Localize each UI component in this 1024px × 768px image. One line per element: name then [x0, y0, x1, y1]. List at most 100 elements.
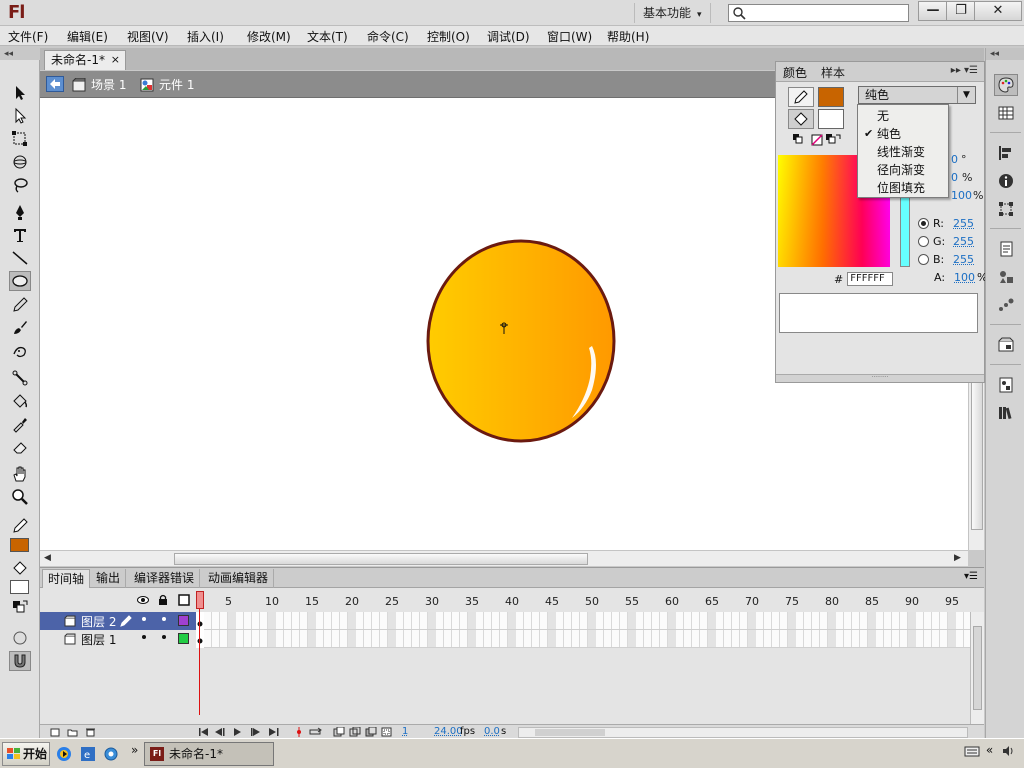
center-frame-icon[interactable] [297, 727, 301, 737]
line-tool[interactable] [9, 248, 31, 268]
timeline-horizontal-thumb[interactable] [535, 729, 605, 736]
layer-row-1[interactable]: 图层 1 [40, 630, 196, 648]
color-panel-button[interactable] [994, 74, 1018, 96]
new-folder-icon[interactable] [67, 729, 78, 737]
brightness-value[interactable]: 100 [951, 189, 972, 202]
menu-insert[interactable]: 插入(I) [187, 28, 224, 45]
dock-grip[interactable]: ◂◂ [986, 48, 1024, 60]
menu-help[interactable]: 帮助(H) [607, 28, 649, 45]
document-tab[interactable]: 未命名-1* × [44, 50, 126, 70]
eye-icon[interactable] [137, 595, 149, 605]
tray-chevron-icon[interactable]: « [986, 743, 993, 757]
playhead[interactable] [196, 591, 204, 715]
fill-type-option-none[interactable]: 无 [858, 107, 948, 125]
media-player-icon[interactable] [56, 746, 72, 762]
panel-resize-grip[interactable]: ········· [776, 374, 984, 382]
horizontal-scroll-thumb[interactable] [174, 553, 588, 565]
snap-to-objects-toggle[interactable] [9, 651, 31, 671]
layer-row-2[interactable]: 图层 2 [40, 612, 196, 630]
saturation-value[interactable]: 0 [951, 171, 958, 184]
align-panel-button[interactable] [994, 142, 1018, 164]
fill-type-option-bitmap[interactable]: 位图填充 [858, 179, 948, 197]
eyedropper-tool[interactable] [9, 414, 31, 434]
info-panel-button[interactable] [994, 170, 1018, 192]
deco-tool[interactable] [9, 341, 31, 361]
trash-icon[interactable] [86, 728, 95, 737]
accessibility-panel-button[interactable] [994, 374, 1018, 396]
fill-color-chip[interactable] [818, 109, 844, 129]
layer-outline-color[interactable] [178, 615, 189, 626]
menu-debug[interactable]: 调试(D) [487, 28, 530, 45]
stroke-color-swatch[interactable] [10, 538, 29, 552]
back-arrow-icon[interactable] [46, 76, 64, 92]
swap-colors-tool[interactable] [9, 598, 31, 618]
red-value[interactable]: 255 [953, 217, 974, 230]
taskbar-flash-app[interactable]: Fl 未命名-1* [144, 742, 274, 766]
modify-markers-icon[interactable] [381, 727, 392, 737]
panel-menu-icon[interactable]: ▸▸ ▾☰ [951, 65, 978, 76]
tab-color[interactable]: 颜色 [783, 64, 807, 81]
quick-launch-chevron-icon[interactable]: » [131, 743, 138, 757]
browser-icon[interactable]: e [80, 746, 96, 762]
fill-type-option-solid[interactable]: ✔ 纯色 [858, 125, 948, 143]
tab-timeline[interactable]: 时间轴 [42, 569, 91, 588]
selection-tool[interactable] [9, 83, 31, 103]
fill-type-option-linear[interactable]: 线性渐变 [858, 143, 948, 161]
vertical-scroll-thumb[interactable] [971, 380, 983, 530]
new-layer-icon[interactable] [50, 728, 60, 737]
stroke-color-button[interactable] [788, 87, 814, 107]
no-color-icon[interactable] [811, 134, 823, 146]
play-icon[interactable] [234, 728, 241, 736]
blue-radio[interactable] [918, 254, 929, 265]
swatches-panel-button[interactable] [994, 102, 1018, 124]
elapsed-time-value[interactable]: 0.0 [484, 726, 500, 737]
text-tool[interactable] [9, 225, 31, 245]
stroke-color-chip[interactable] [818, 87, 844, 107]
edit-multiple-frames-icon[interactable] [365, 727, 377, 737]
timeline-horizontal-scrollbar[interactable] [518, 727, 968, 738]
object-drawing-toggle[interactable] [9, 628, 31, 648]
menu-file[interactable]: 文件(F) [8, 28, 48, 45]
transform-panel-button[interactable] [994, 198, 1018, 220]
outline-icon[interactable] [178, 594, 190, 606]
panel-menu-icon[interactable]: ▾☰ [964, 571, 978, 582]
restore-button[interactable]: ❐ [946, 1, 976, 21]
zoom-tool[interactable] [9, 487, 31, 507]
timeline-scroll-thumb[interactable] [973, 626, 982, 710]
visibility-dot[interactable] [142, 617, 146, 621]
frame-rate-value[interactable]: 24.00 [434, 726, 463, 737]
search-input[interactable] [749, 6, 904, 20]
scroll-right-icon[interactable]: ▶ [954, 553, 961, 563]
hex-input[interactable]: FFFFFF [847, 272, 894, 286]
alpha-value[interactable]: 100 [954, 271, 975, 284]
visibility-dot[interactable] [142, 635, 146, 639]
eraser-tool[interactable] [9, 437, 31, 457]
frames-grid[interactable] [196, 612, 970, 648]
oval-tool[interactable] [9, 271, 31, 291]
hue-value[interactable]: 0 [951, 153, 958, 166]
menu-view[interactable]: 视图(V) [127, 28, 169, 45]
minimize-button[interactable]: — [918, 1, 948, 21]
breadcrumb-symbol[interactable]: 元件 1 [140, 76, 194, 93]
tools-panel-grip[interactable]: ◂◂ [0, 48, 40, 60]
menu-text[interactable]: 文本(T) [307, 28, 348, 45]
fill-color-tool[interactable] [9, 558, 31, 578]
speaker-icon[interactable] [1001, 744, 1015, 758]
free-transform-tool[interactable] [9, 129, 31, 149]
pencil-tool[interactable] [9, 295, 31, 315]
red-radio[interactable] [918, 218, 929, 229]
loop-icon[interactable] [309, 727, 322, 735]
menu-modify[interactable]: 修改(M) [247, 28, 291, 45]
last-frame-icon[interactable] [269, 728, 279, 736]
onion-outline-icon[interactable] [349, 727, 361, 737]
keyboard-icon[interactable] [964, 744, 980, 758]
workspace-switcher[interactable]: 基本功能 ▾ [634, 3, 711, 23]
bone-tool[interactable] [9, 368, 31, 388]
black-white-icon[interactable] [793, 134, 803, 144]
step-back-icon[interactable] [215, 728, 225, 736]
menu-commands[interactable]: 命令(C) [367, 28, 409, 45]
stroke-color-tool[interactable] [9, 516, 31, 536]
blue-value[interactable]: 255 [953, 253, 974, 266]
library-panel-button[interactable] [994, 334, 1018, 356]
menu-edit[interactable]: 编辑(E) [67, 28, 108, 45]
